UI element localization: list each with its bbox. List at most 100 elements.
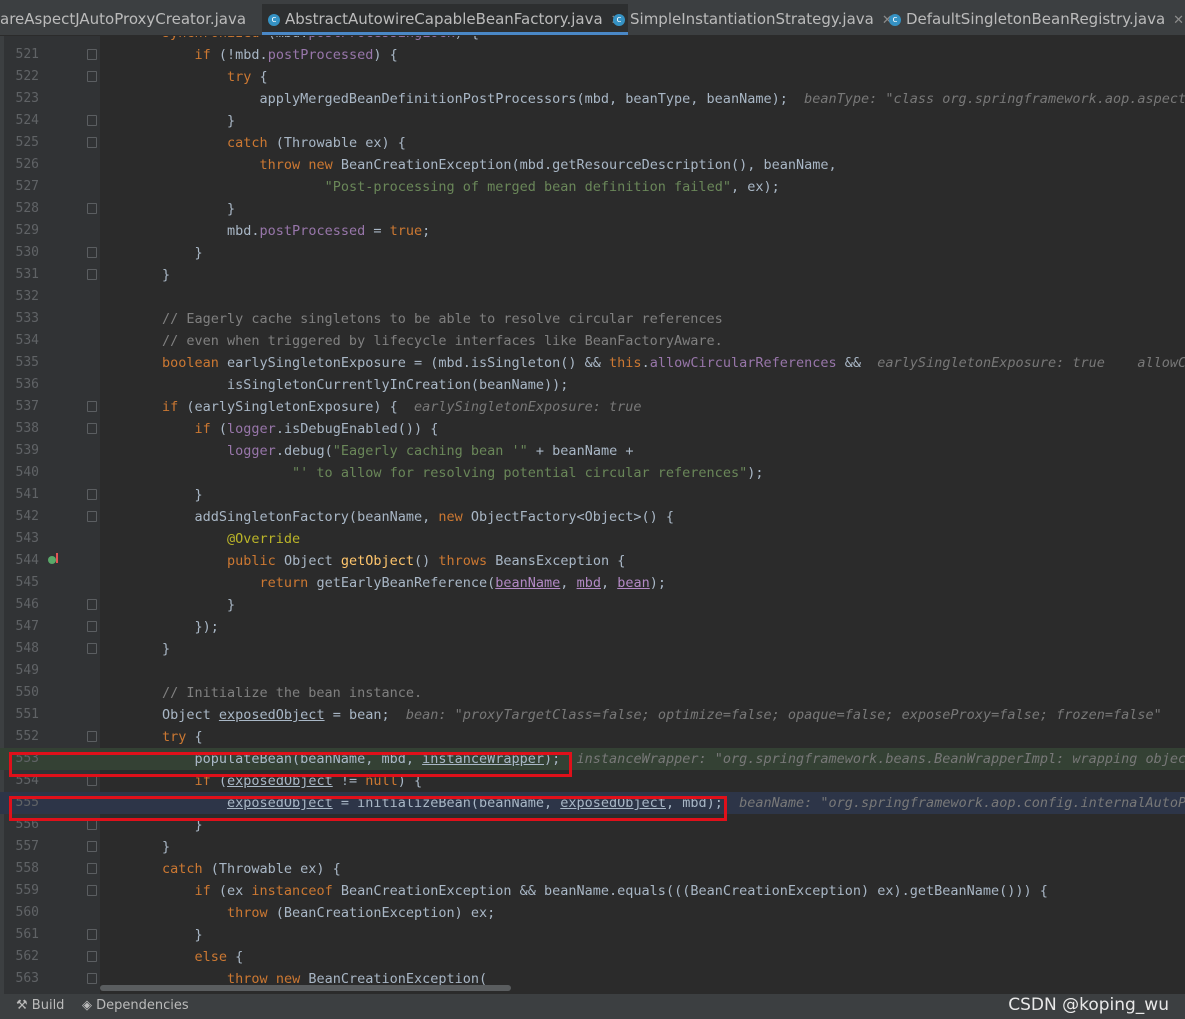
code-line[interactable]: 562 else { bbox=[0, 946, 1185, 968]
code-line[interactable]: 548} bbox=[0, 638, 1185, 660]
fold-marker-icon[interactable] bbox=[87, 423, 97, 434]
line-number[interactable]: 526 bbox=[0, 154, 39, 176]
line-number[interactable]: 552 bbox=[0, 726, 39, 748]
fold-marker-icon[interactable] bbox=[87, 137, 97, 148]
dependencies-tool-button[interactable]: ◈ Dependencies bbox=[82, 998, 189, 1013]
code-line[interactable]: 538 if (logger.isDebugEnabled()) { bbox=[0, 418, 1185, 440]
line-number[interactable]: 537 bbox=[0, 396, 39, 418]
line-number[interactable]: 523 bbox=[0, 88, 39, 110]
line-number[interactable]: 520 bbox=[0, 36, 39, 44]
fold-marker-icon[interactable] bbox=[87, 115, 97, 126]
tab-simple-instantiation-strategy[interactable]: c SimpleInstantiationStrategy.java ✕ bbox=[613, 4, 893, 35]
code-line[interactable]: 529 mbd.postProcessed = true; bbox=[0, 220, 1185, 242]
line-number[interactable]: 545 bbox=[0, 572, 39, 594]
code-line[interactable]: 531} bbox=[0, 264, 1185, 286]
line-number[interactable]: 534 bbox=[0, 330, 39, 352]
line-number[interactable]: 530 bbox=[0, 242, 39, 264]
fold-marker-icon[interactable] bbox=[87, 863, 97, 874]
code-line[interactable]: 540 "' to allow for resolving potential … bbox=[0, 462, 1185, 484]
line-number[interactable]: 536 bbox=[0, 374, 39, 396]
line-number[interactable]: 551 bbox=[0, 704, 39, 726]
horizontal-scrollbar[interactable] bbox=[100, 985, 511, 991]
code-line[interactable]: 542 addSingletonFactory(beanName, new Ob… bbox=[0, 506, 1185, 528]
code-line[interactable]: 543 @Override bbox=[0, 528, 1185, 550]
build-tool-button[interactable]: ⚒ Build bbox=[16, 998, 64, 1013]
line-number[interactable]: 531 bbox=[0, 264, 39, 286]
fold-marker-icon[interactable] bbox=[87, 951, 97, 962]
line-number[interactable]: 547 bbox=[0, 616, 39, 638]
line-number[interactable]: 522 bbox=[0, 66, 39, 88]
code-line[interactable]: 534 // even when triggered by lifecycle i… bbox=[0, 330, 1185, 352]
line-number[interactable]: 521 bbox=[0, 44, 39, 66]
line-number[interactable]: 559 bbox=[0, 880, 39, 902]
line-number[interactable]: 548 bbox=[0, 638, 39, 660]
line-number[interactable]: 525 bbox=[0, 132, 39, 154]
line-number[interactable]: 561 bbox=[0, 924, 39, 946]
line-number[interactable]: 542 bbox=[0, 506, 39, 528]
implements-method-icon[interactable] bbox=[48, 556, 56, 564]
close-icon[interactable]: ✕ bbox=[1173, 13, 1184, 28]
line-number[interactable]: 550 bbox=[0, 682, 39, 704]
fold-marker-icon[interactable] bbox=[87, 973, 97, 984]
code-line[interactable]: 549 bbox=[0, 660, 1185, 682]
fold-marker-icon[interactable] bbox=[87, 643, 97, 654]
fold-marker-icon[interactable] bbox=[87, 731, 97, 742]
line-number[interactable]: 560 bbox=[0, 902, 39, 924]
code-line[interactable]: 552 try { bbox=[0, 726, 1185, 748]
code-line[interactable]: 532 bbox=[0, 286, 1185, 308]
code-line[interactable]: 520 synchronized (mbd.postProcessingLock)… bbox=[0, 36, 1185, 44]
line-number[interactable]: 549 bbox=[0, 660, 39, 682]
code-line[interactable]: 522 try { bbox=[0, 66, 1185, 88]
code-line[interactable]: 546 } bbox=[0, 594, 1185, 616]
fold-marker-icon[interactable] bbox=[87, 49, 97, 60]
fold-marker-icon[interactable] bbox=[87, 247, 97, 258]
code-line[interactable]: 544 public Object getObject() throws Bea… bbox=[0, 550, 1185, 572]
code-line[interactable]: 521 if (!mbd.postProcessed) { bbox=[0, 44, 1185, 66]
fold-marker-icon[interactable] bbox=[87, 599, 97, 610]
line-number[interactable]: 540 bbox=[0, 462, 39, 484]
tab-aspectj-proxy-creator[interactable]: areAspectJAutoProxyCreator.java bbox=[0, 4, 246, 35]
line-number[interactable]: 532 bbox=[0, 286, 39, 308]
line-number[interactable]: 539 bbox=[0, 440, 39, 462]
fold-marker-icon[interactable] bbox=[87, 203, 97, 214]
code-line[interactable]: 539 logger.debug("Eagerly caching bean '… bbox=[0, 440, 1185, 462]
code-line[interactable]: 551 Object exposedObject = bean; bean: "p… bbox=[0, 704, 1185, 726]
fold-marker-icon[interactable] bbox=[87, 885, 97, 896]
code-line[interactable]: 525 catch (Throwable ex) { bbox=[0, 132, 1185, 154]
fold-marker-icon[interactable] bbox=[87, 489, 97, 500]
code-line[interactable]: 526 throw new BeanCreationException(mbd.… bbox=[0, 154, 1185, 176]
code-line[interactable]: 533 // Eagerly cache singletons to be abl… bbox=[0, 308, 1185, 330]
fold-marker-icon[interactable] bbox=[87, 841, 97, 852]
code-line[interactable]: 561 } bbox=[0, 924, 1185, 946]
code-line[interactable]: 528 } bbox=[0, 198, 1185, 220]
fold-marker-icon[interactable] bbox=[87, 621, 97, 632]
line-number[interactable]: 558 bbox=[0, 858, 39, 880]
code-line[interactable]: 550 // Initialize the bean instance. bbox=[0, 682, 1185, 704]
line-number[interactable]: 557 bbox=[0, 836, 39, 858]
line-number[interactable]: 543 bbox=[0, 528, 39, 550]
line-number[interactable]: 535 bbox=[0, 352, 39, 374]
line-number[interactable]: 528 bbox=[0, 198, 39, 220]
line-number[interactable]: 527 bbox=[0, 176, 39, 198]
code-line[interactable]: 557} bbox=[0, 836, 1185, 858]
fold-marker-icon[interactable] bbox=[87, 511, 97, 522]
code-line[interactable]: 535 boolean earlySingletonExposure = (mbd… bbox=[0, 352, 1185, 374]
line-number[interactable]: 562 bbox=[0, 946, 39, 968]
tab-default-singleton-bean-registry[interactable]: c DefaultSingletonBeanRegistry.java ✕ bbox=[889, 4, 1184, 35]
line-number[interactable]: 563 bbox=[0, 968, 39, 990]
line-number[interactable]: 544 bbox=[0, 550, 39, 572]
fold-marker-icon[interactable] bbox=[87, 269, 97, 280]
code-line[interactable]: 547 }); bbox=[0, 616, 1185, 638]
fold-marker-icon[interactable] bbox=[87, 929, 97, 940]
code-line[interactable]: 524 } bbox=[0, 110, 1185, 132]
code-line[interactable]: 530 } bbox=[0, 242, 1185, 264]
line-number[interactable]: 546 bbox=[0, 594, 39, 616]
line-number[interactable]: 529 bbox=[0, 220, 39, 242]
code-line[interactable]: 545 return getEarlyBeanReference(beanNam… bbox=[0, 572, 1185, 594]
code-line[interactable]: 558 catch (Throwable ex) { bbox=[0, 858, 1185, 880]
line-number[interactable]: 541 bbox=[0, 484, 39, 506]
code-line[interactable]: 560 throw (BeanCreationException) ex; bbox=[0, 902, 1185, 924]
code-line[interactable]: 527 "Post-processing of merged bean defi… bbox=[0, 176, 1185, 198]
code-line[interactable]: 536 isSingletonCurrentlyInCreation(beanN… bbox=[0, 374, 1185, 396]
fold-marker-icon[interactable] bbox=[87, 401, 97, 412]
